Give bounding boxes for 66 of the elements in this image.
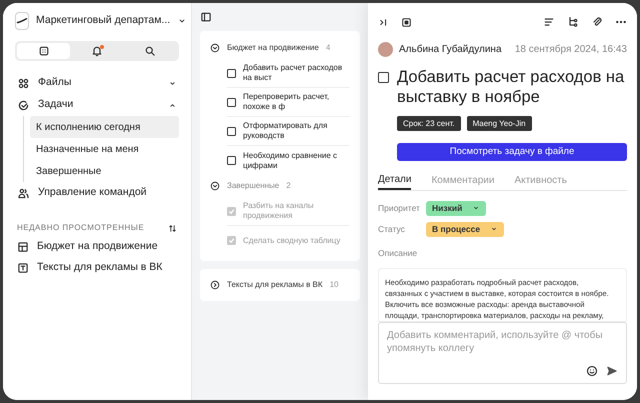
section-title[interactable]: Тексты для рекламы в ВК [227, 279, 323, 291]
dropdown[interactable]: Низкий [426, 200, 486, 216]
table-icon [17, 240, 29, 252]
checkbox[interactable] [227, 68, 236, 78]
nav-item[interactable]: Файлы [15, 72, 179, 94]
nav-subitem[interactable]: Завершенные [30, 160, 179, 182]
checkbox[interactable] [227, 156, 236, 165]
collapse-panel-icon[interactable] [378, 16, 389, 28]
checkbox[interactable] [227, 126, 236, 136]
field-label: Приоритет [378, 202, 421, 214]
recent-item[interactable]: Бюджет на продвижение [15, 236, 179, 257]
people-icon [17, 186, 30, 200]
branch-icon[interactable] [567, 16, 579, 28]
task-title[interactable]: Добавить расчет расходов на выст [243, 63, 350, 83]
sidebar-tab[interactable] [17, 43, 70, 59]
files-icon [17, 76, 30, 90]
text-doc-icon [17, 262, 29, 274]
comment-field[interactable]: Добавить комментарий, используйте @ чтобы упомянуть коллегу [387, 328, 618, 365]
chevron-down-icon [490, 225, 498, 233]
checkbox[interactable] [378, 72, 389, 83]
section-title[interactable]: Бюджет на продвижение [227, 42, 319, 54]
nav-item[interactable]: Управление командой [15, 182, 179, 204]
nav-item[interactable]: Задачи [15, 94, 179, 116]
task-count: 4 [326, 42, 330, 54]
field-label: Описание [378, 247, 418, 260]
task-count: 2 [286, 180, 291, 192]
workspace-name[interactable]: Маркетинговый департам... [36, 13, 170, 29]
section-title[interactable]: Завершенные [227, 180, 280, 192]
section-heading: НЕДАВНО ПРОСМОТРЕННЫЕ [17, 222, 146, 234]
chevron-down-icon [472, 204, 480, 212]
checkbox[interactable] [227, 206, 236, 216]
dropdown[interactable]: В процессе [426, 222, 504, 236]
send-icon[interactable] [606, 364, 618, 377]
bell-icon [90, 45, 103, 57]
task-title[interactable]: Отформатировать для руководств [243, 121, 350, 141]
stop-square-icon[interactable] [401, 16, 412, 28]
chevron-circle-icon[interactable] [210, 280, 220, 290]
field-label: Статус [378, 222, 406, 236]
grid-icon [38, 45, 50, 57]
smiley-icon[interactable] [586, 364, 598, 377]
checkbox[interactable] [227, 98, 236, 106]
task-title[interactable]: Перепроверить расчет, похоже в ф [243, 92, 350, 112]
nav-subitem[interactable]: Назначенные на меня [30, 138, 179, 160]
chevron-circle-icon[interactable] [210, 181, 220, 191]
search-icon [144, 45, 156, 57]
task-count: 10 [330, 279, 338, 291]
text-align-icon[interactable] [543, 16, 555, 28]
view-in-file-button[interactable]: Посмотреть задачу в файле [397, 143, 627, 161]
task-title[interactable]: Необходимо сравнение с цифрами [243, 150, 350, 170]
tag: Maeng Yeo-Jin [466, 116, 532, 131]
check-circle-icon [17, 98, 30, 112]
tag: Срок: 23 сент. [397, 116, 461, 131]
checkbox[interactable] [227, 236, 236, 245]
timestamp: 18 сентября 2024, 16:43 [514, 42, 627, 56]
logo-icon [15, 12, 29, 30]
chevron-circle-icon[interactable] [210, 43, 220, 53]
author-name: Альбина Губайдулина [399, 42, 503, 56]
avatar [378, 42, 393, 56]
nav-subitem[interactable]: К исполнению сегодня [30, 116, 179, 138]
task-title: Добавить расчет расходов на выставку в ноябре [397, 67, 626, 107]
recent-item[interactable]: Тексты для рекламы в ВК [15, 257, 179, 278]
tab[interactable]: Детали [378, 170, 412, 190]
comment-box[interactable]: Добавить комментарий, используйте @ чтобы упомянуть коллегу [378, 322, 627, 384]
sort-icon[interactable] [168, 224, 177, 232]
paperclip-icon[interactable] [591, 16, 603, 28]
sidebar-toggle-icon[interactable] [200, 11, 212, 23]
